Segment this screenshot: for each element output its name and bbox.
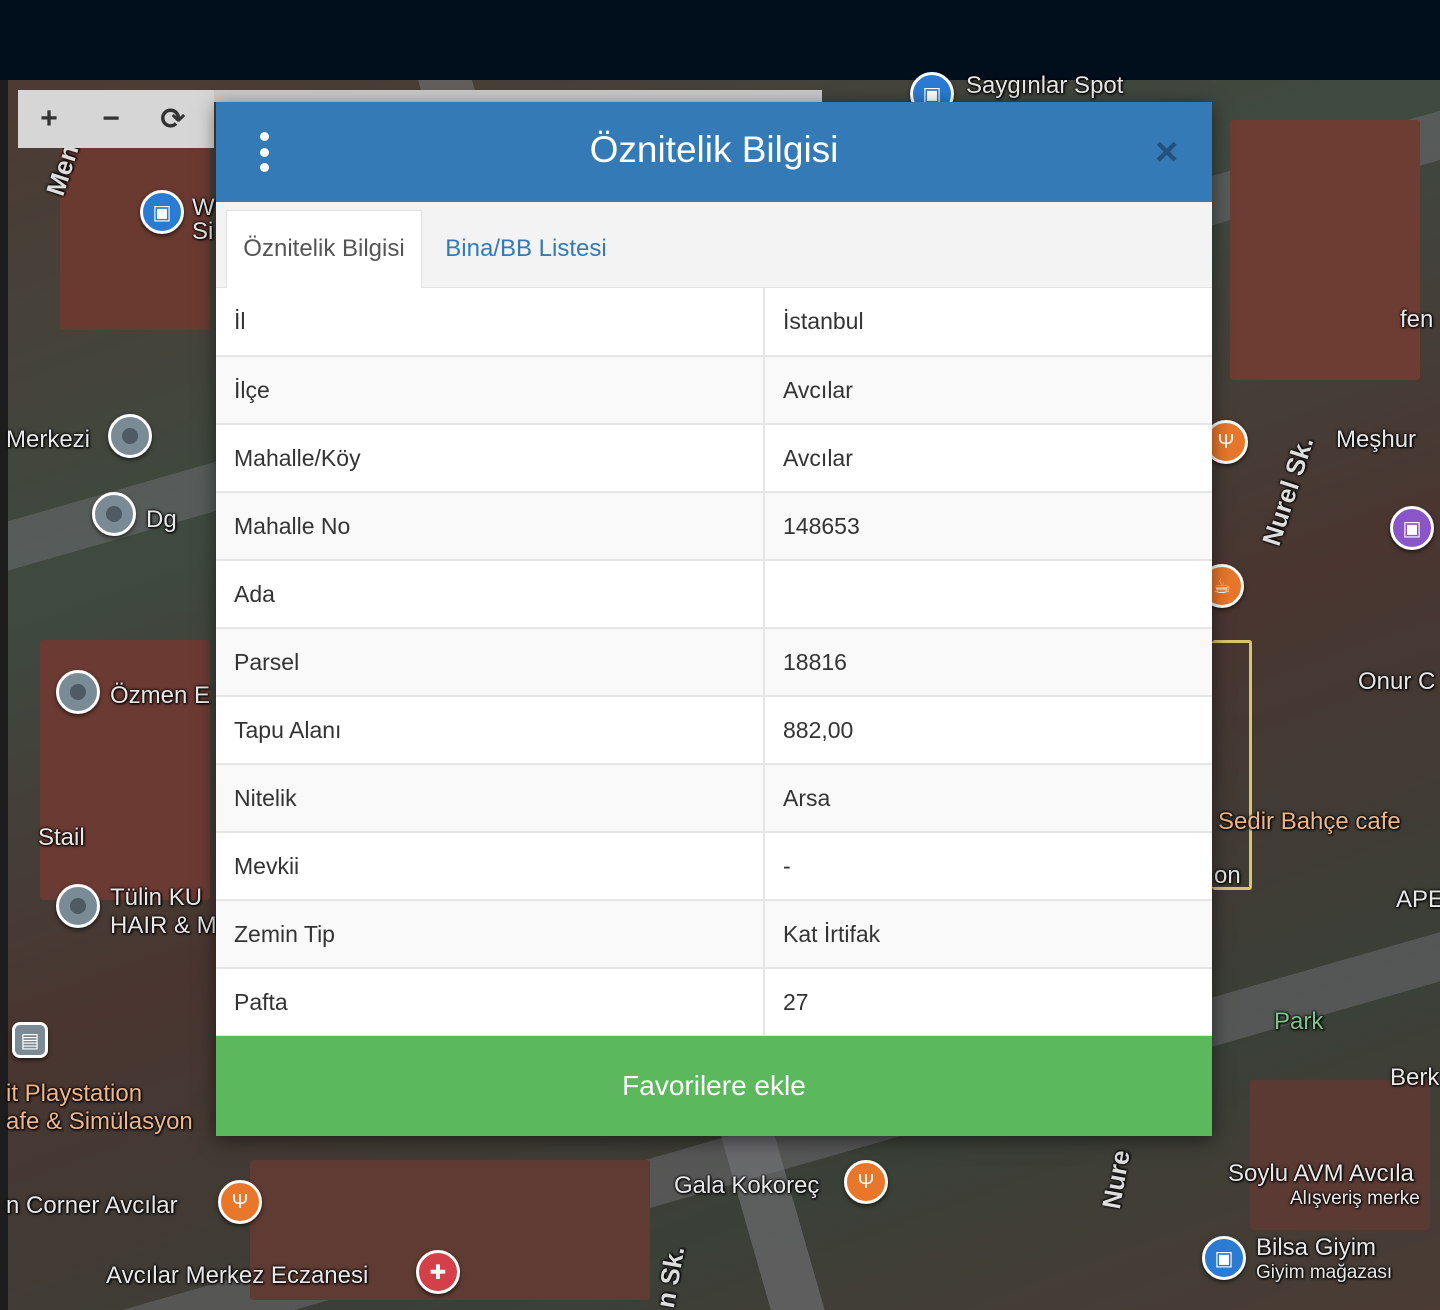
attribute-key: İlçe — [216, 356, 765, 425]
shopping-bag-icon[interactable]: ▣ — [140, 190, 184, 234]
map-label: APE — [1396, 886, 1440, 913]
restaurant-icon[interactable]: Ψ — [218, 1180, 262, 1224]
map-label: Giyim mağazası — [1256, 1262, 1393, 1283]
attribute-value: 148653 — [764, 492, 1212, 561]
map-label: HAIR & M — [110, 912, 217, 939]
attribute-value: Arsa — [764, 764, 1212, 833]
zoom-in-button[interactable]: + — [18, 90, 80, 148]
map-label: Sedir Bahçe cafe — [1218, 808, 1401, 835]
table-row: Mahalle No 148653 — [216, 492, 1212, 561]
modal-tabs: Öznitelik Bilgisi Bina/BB Listesi — [216, 202, 1212, 288]
map-toolbar-extension — [214, 90, 822, 102]
attribute-value: 27 — [764, 968, 1212, 1037]
map-label: on — [1214, 862, 1241, 889]
map-label: Onur C — [1358, 668, 1436, 695]
modal-title: Öznitelik Bilgisi — [589, 129, 839, 170]
bus-stop-icon[interactable]: ▤ — [12, 1022, 48, 1058]
zoom-out-button[interactable]: − — [80, 90, 142, 148]
tab-attribute-info[interactable]: Öznitelik Bilgisi — [226, 210, 422, 288]
map-label: Saygınlar Spot — [966, 72, 1124, 99]
place-icon[interactable] — [56, 670, 100, 714]
map-label: Avcılar Merkez Eczanesi — [106, 1262, 369, 1289]
shopping-bag-icon[interactable]: ▣ — [1202, 1236, 1246, 1280]
table-row: Nitelik Arsa — [216, 764, 1212, 833]
parcel-outline — [1212, 640, 1252, 890]
place-icon[interactable] — [56, 884, 100, 928]
modal-header: Öznitelik Bilgisi × — [216, 102, 1212, 202]
attribute-value: Avcılar — [764, 424, 1212, 493]
map-label: Stail — [38, 824, 85, 851]
table-row: Tapu Alanı 882,00 — [216, 696, 1212, 765]
map-label: Alışveriş merke — [1290, 1188, 1420, 1209]
place-icon[interactable] — [108, 414, 152, 458]
table-row: Parsel 18816 — [216, 628, 1212, 697]
table-row: Zemin Tip Kat İrtifak — [216, 900, 1212, 969]
attribute-value — [764, 560, 1212, 629]
map-label: Özmen E — [110, 682, 211, 709]
map-label: Meşhur — [1336, 426, 1417, 453]
attribute-key: İl — [216, 288, 765, 357]
map-label: Merkezi — [6, 426, 91, 453]
restaurant-icon[interactable]: Ψ — [844, 1160, 888, 1204]
map-label: Park — [1274, 1008, 1324, 1035]
map-label: Berk — [1390, 1064, 1440, 1091]
map-label: W Si — [192, 196, 215, 244]
top-bar — [0, 0, 1440, 80]
attribute-value: 882,00 — [764, 696, 1212, 765]
map-label: it Playstation — [6, 1080, 143, 1107]
attribute-key: Zemin Tip — [216, 900, 765, 969]
table-row: İl İstanbul — [216, 288, 1212, 357]
map-label: Dg — [146, 506, 177, 533]
attribute-value: - — [764, 832, 1212, 901]
map-building — [1230, 120, 1420, 380]
close-icon[interactable]: × — [1155, 132, 1178, 172]
map-toolbar: + − ⟳ — [18, 90, 214, 148]
table-row: Mahalle/Köy Avcılar — [216, 424, 1212, 493]
table-row: Pafta 27 — [216, 968, 1212, 1037]
map-label: Gala Kokoreç — [674, 1172, 820, 1199]
attribute-value: 18816 — [764, 628, 1212, 697]
attribute-value: Kat İrtifak — [764, 900, 1212, 969]
place-icon[interactable] — [92, 492, 136, 536]
table-row: Ada — [216, 560, 1212, 629]
attribute-key: Nitelik — [216, 764, 765, 833]
attribute-key: Mahalle/Köy — [216, 424, 765, 493]
map-label: n Corner Avcılar — [6, 1192, 178, 1219]
table-row: Mevkii - — [216, 832, 1212, 901]
map-label: Soylu AVM Avcıla — [1228, 1160, 1414, 1187]
map-label: Tülin KU — [110, 884, 203, 911]
map-label: Bilsa Giyim — [1256, 1234, 1377, 1261]
attribute-key: Pafta — [216, 968, 765, 1037]
shopping-bag-icon[interactable]: ▣ — [1390, 506, 1434, 550]
attribute-key: Parsel — [216, 628, 765, 697]
table-row: İlçe Avcılar — [216, 356, 1212, 425]
attribute-key: Mevkii — [216, 832, 765, 901]
attribute-value: Avcılar — [764, 356, 1212, 425]
map-label: fen — [1400, 306, 1434, 333]
attribute-value: İstanbul — [764, 288, 1212, 357]
attribute-key: Mahalle No — [216, 492, 765, 561]
tab-building-list[interactable]: Bina/BB Listesi — [426, 210, 626, 288]
attribute-key: Tapu Alanı — [216, 696, 765, 765]
attribute-key: Ada — [216, 560, 765, 629]
add-to-favorites-button[interactable]: Favorilere ekle — [216, 1036, 1212, 1136]
map-label: afe & Simülasyon — [6, 1108, 193, 1135]
refresh-icon[interactable]: ⟳ — [142, 90, 204, 148]
attribute-table: İl İstanbul İlçe Avcılar Mahalle/Köy Avcıla… — [216, 288, 1212, 1037]
pharmacy-icon[interactable]: ✚ — [416, 1250, 460, 1294]
attribute-info-modal: Öznitelik Bilgisi × Öznitelik Bilgisi Bi… — [216, 102, 1212, 1136]
